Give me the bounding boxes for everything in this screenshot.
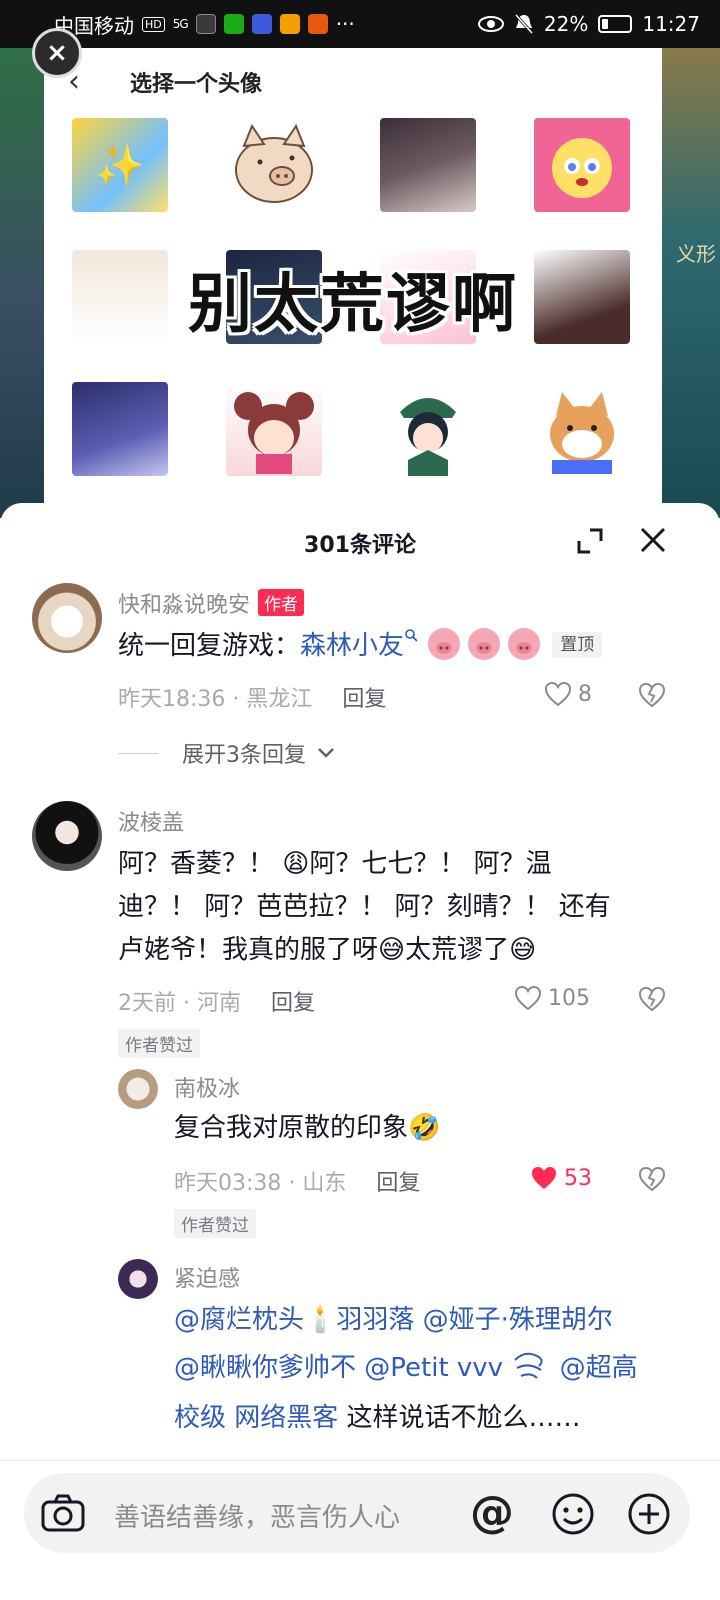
author-badge: 作者: [258, 589, 305, 616]
camera-icon[interactable]: [40, 1491, 86, 1537]
comment-input-bar: 善语结善缘，恶言伤人心 @: [0, 1460, 720, 1600]
video-frame[interactable]: 义形 ‹ 选择一个头像 ✨ 别太荒谬啊: [0, 48, 720, 518]
app-icon: [279, 14, 300, 34]
avatar-option-chibi-face: [534, 118, 630, 212]
divider-line: [118, 752, 158, 754]
comment-text-line: 阿？香菱？！ 😩阿？七七？！ 阿？温: [118, 849, 552, 879]
fullscreen-expand-icon[interactable]: [576, 527, 604, 555]
pinned-tag: 置顶: [552, 632, 603, 658]
reply-author[interactable]: 紧迫感: [174, 1261, 240, 1293]
topic-link[interactable]: 森林小友: [300, 631, 404, 661]
status-bar: 中国移动 HD 5G ··· 22% 11:27: [0, 0, 720, 48]
video-background-left: [0, 48, 46, 518]
pig-emoji-icon: [418, 628, 546, 661]
comment-author[interactable]: 波棱盖: [118, 805, 184, 837]
reply-button[interactable]: 回复: [376, 1171, 420, 1196]
avatar[interactable]: [118, 1259, 158, 1299]
comment-text-line: 迪？！ 阿？芭芭拉？！ 阿？刻晴？！ 还有: [118, 892, 611, 922]
video-background-right: [660, 48, 720, 518]
mention-at-icon[interactable]: @: [470, 1487, 514, 1538]
reply-button[interactable]: 回复: [271, 991, 315, 1016]
background-side-text: 义形: [676, 242, 716, 266]
reply-text-line: @腐烂枕头🕯️羽羽落 @娅子·殊理胡尔: [174, 1299, 613, 1342]
mute-bell-icon: [514, 14, 534, 34]
avatar[interactable]: [32, 583, 102, 653]
comment-text-line: 卢姥爷！我真的服了呀😅太荒谬了😅: [118, 935, 537, 965]
avatar[interactable]: [32, 801, 102, 871]
mention-link[interactable]: @腐烂枕头🕯️羽羽落: [174, 1305, 414, 1335]
picker-title: 选择一个头像: [130, 72, 263, 97]
network-label: 5G: [172, 17, 189, 31]
mention-link[interactable]: @超高: [560, 1353, 638, 1383]
reply-button[interactable]: 回复: [342, 687, 386, 712]
avatar-option-shiba-dog: [534, 382, 630, 476]
like-button[interactable]: 8: [544, 681, 592, 707]
comment-meta: 昨天18:36 · 黑龙江 回复: [118, 687, 387, 712]
comment-author[interactable]: 快和淼说晚安 作者: [118, 587, 305, 619]
avatar-option-bun-hair-girl: [226, 382, 322, 476]
reply-text-line: @瞅瞅你爹帅不 @Petit vvv @超高: [174, 1347, 638, 1390]
avatar[interactable]: [118, 1069, 158, 1109]
comment-input[interactable]: 善语结善缘，恶言伤人心 @: [24, 1473, 690, 1553]
mention-link[interactable]: @娅子·殊理胡尔: [423, 1305, 613, 1335]
wechat-icon: [223, 14, 244, 34]
broken-heart-icon[interactable]: [638, 985, 666, 1013]
author-liked-tag: 作者赞过: [118, 1029, 200, 1058]
expand-replies-button[interactable]: 展开3条回复: [118, 737, 336, 769]
broken-heart-icon[interactable]: [638, 1165, 666, 1193]
comment-text: 统一回复游戏：森林小友 置顶: [118, 625, 603, 668]
like-count: 53: [564, 1165, 592, 1191]
heart-filled-icon: [532, 1167, 556, 1189]
eye-icon: [477, 16, 504, 32]
hd-icon: HD: [142, 16, 165, 32]
comments-sheet: 301条评论 快和淼说晚安 作者 统一回复游戏：森林小友 置顶 昨天18:36 ·…: [0, 503, 720, 1600]
reply-text-line: 校级 网络黑客 这样说话不尬么……: [174, 1403, 581, 1433]
avatar-option-dark-hair-girl: [380, 118, 476, 212]
author-liked-tag: 作者赞过: [174, 1209, 256, 1238]
battery-percent: 22%: [543, 12, 589, 36]
comments-header: 301条评论: [0, 503, 720, 581]
heart-icon: [544, 681, 572, 707]
comments-count-title: 301条评论: [304, 533, 416, 558]
comment-meta: 2天前 · 河南 回复: [118, 991, 315, 1016]
like-count: 105: [548, 985, 590, 1011]
avatar-option-pig: [226, 118, 322, 212]
comment-input-placeholder: 善语结善缘，恶言伤人心: [114, 1503, 401, 1533]
chevron-down-icon: [318, 748, 334, 758]
video-overlay-caption: 别太荒谬啊: [188, 268, 518, 342]
picker-close-button[interactable]: ×: [32, 28, 82, 78]
calendar-icon: [307, 14, 328, 34]
avatar-option-venti: [380, 382, 476, 476]
like-button[interactable]: 105: [514, 985, 590, 1011]
more-notifications-icon: ···: [335, 12, 355, 36]
app-notification-icon: [195, 14, 216, 34]
like-button[interactable]: 53: [530, 1165, 592, 1191]
like-count: 8: [578, 681, 592, 707]
add-icon[interactable]: [626, 1491, 672, 1537]
mention-link[interactable]: @Petit vvv: [364, 1353, 503, 1383]
heart-icon: [514, 985, 542, 1011]
close-icon[interactable]: [638, 525, 668, 555]
battery-icon: [598, 15, 633, 33]
mention-link[interactable]: @瞅瞅你爹帅不: [174, 1353, 356, 1383]
broken-heart-icon[interactable]: [638, 681, 666, 709]
reply-text: 复合我对原散的印象🤣: [174, 1113, 441, 1143]
search-icon: [405, 629, 418, 642]
clock: 11:27: [642, 12, 700, 36]
wind-sticker-icon: [514, 1352, 543, 1379]
avatar-option-purple-boy: [72, 382, 168, 476]
reply-meta: 昨天03:38 · 山东 回复: [174, 1171, 421, 1196]
emoji-icon[interactable]: [550, 1491, 596, 1537]
tieba-icon: [251, 14, 272, 34]
reply-author[interactable]: 南极冰: [174, 1071, 240, 1103]
avatar-picker-panel: ‹ 选择一个头像 ✨ 别太荒谬啊: [44, 48, 662, 518]
avatar-option-blonde-girl: ✨: [72, 118, 168, 212]
mention-link[interactable]: 校级 网络黑客: [174, 1403, 338, 1433]
